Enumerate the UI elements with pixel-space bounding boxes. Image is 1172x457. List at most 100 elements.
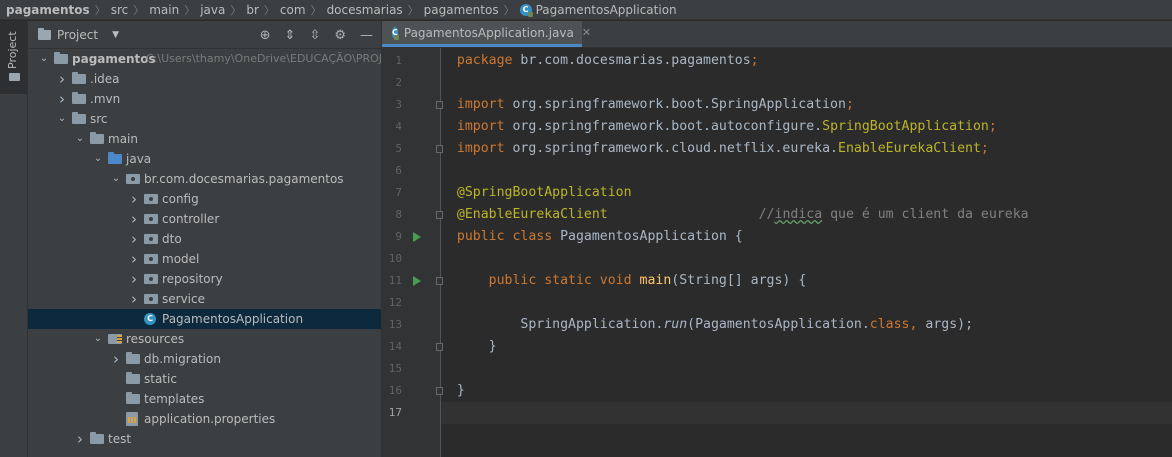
code-token: ; [845,97,854,112]
editor-tab-pagamentos-application[interactable]: C PagamentosApplication.java ✕ [382,21,591,47]
breadcrumb-item[interactable]: docesmarias [327,3,403,17]
breadcrumb-separator: 〉 [310,3,322,17]
chevron-right-icon[interactable]: › [128,229,140,249]
project-tool-window-tab[interactable]: Project [0,21,27,94]
expand-all-icon[interactable]: ⇕ [285,29,296,42]
collapse-all-icon[interactable]: ⇳ [309,29,320,42]
tree-item[interactable]: › dto [28,229,381,249]
code-token: que é um client da eureka [822,207,1029,222]
chevron-right-icon[interactable]: › [128,209,140,229]
tree-item[interactable]: C PagamentosApplication [28,309,381,329]
tree-item[interactable]: ⌄ resources [28,329,381,349]
folder-icon [72,92,86,104]
code-editor[interactable]: package br.com.docesmarias.pagamentos; i… [441,48,1172,457]
code-token: (PagamentosApplication. [687,317,870,332]
editor-tab-label: PagamentosApplication.java [403,25,574,40]
code-line[interactable]: import org.springframework.boot.SpringAp… [441,94,1172,116]
tree-item[interactable]: › config [28,189,381,209]
code-line[interactable]: public static void main(String[] args) { [441,270,1172,292]
tree-item[interactable]: ⌄ pagamentos C:\Users\thamy\OneDrive\EDUCA… [28,49,382,69]
code-line[interactable] [441,248,1172,270]
tree-item[interactable]: › controller [28,209,381,229]
code-line[interactable]: import org.springframework.cloud.netflix… [441,138,1172,160]
code-line[interactable]: @SpringBootApplication [441,182,1172,204]
breadcrumb-item[interactable]: br [246,3,259,17]
tree-item[interactable]: › service [28,289,381,309]
tree-item-label: model [162,252,200,266]
locate-file-icon[interactable]: ⊕ [260,29,271,42]
tree-item[interactable]: ⌄ src [28,109,381,129]
chevron-down-icon[interactable]: ⌄ [38,49,50,69]
code-line[interactable]: public class PagamentosApplication { [441,226,1172,248]
chevron-down-icon[interactable]: ⌄ [74,129,86,149]
tree-item[interactable]: › .idea [28,69,381,89]
chevron-right-icon[interactable]: › [128,189,140,209]
code-line[interactable]: @EnableEurekaClient //indica que é um cl… [441,204,1172,226]
tree-item[interactable]: › .mvn [28,89,381,109]
tree-item[interactable]: › repository [28,269,381,289]
gear-icon[interactable]: ⚙ [334,29,346,42]
line-number-gutter[interactable]: 1 2 3 4 5 6 7 8 9 10 11 12 13 14 15 16 17 [382,48,443,457]
chevron-down-icon[interactable]: ⌄ [56,109,68,129]
code-line[interactable] [441,358,1172,380]
chevron-right-icon[interactable]: › [56,69,68,89]
package-icon [126,174,140,184]
tree-item-label: db.migration [144,352,221,366]
code-line[interactable]: import org.springframework.boot.autoconf… [441,116,1172,138]
code-token: , [909,317,926,332]
code-token: run [663,317,688,332]
breadcrumb-item[interactable]: java [200,3,225,17]
chevron-right-icon[interactable]: › [128,289,140,309]
breadcrumb-separator: 〉 [407,3,419,17]
folder-icon [126,352,140,364]
editor-area: C PagamentosApplication.java ✕ 123456789… [382,21,1172,457]
chevron-down-icon[interactable]: ▼ [112,30,119,40]
run-icon[interactable] [413,276,421,286]
chevron-right-icon[interactable]: › [74,429,86,449]
tree-item[interactable]: ⌄ main [28,129,381,149]
chevron-down-icon[interactable]: ⌄ [110,169,122,189]
tree-item[interactable]: ⌄ br.com.docesmarias.pagamentos [28,169,381,189]
tree-item-label: templates [144,392,205,406]
chevron-down-icon[interactable]: ⌄ [92,149,104,169]
line-number: 4 [395,120,402,133]
code-line[interactable]: } [441,380,1172,402]
chevron-down-icon[interactable]: ⌄ [92,329,104,349]
chevron-right-icon[interactable]: › [128,269,140,289]
chevron-right-icon[interactable]: › [128,249,140,269]
chevron-right-icon[interactable]: › [110,349,122,369]
tree-item-label: .mvn [90,92,121,106]
hide-panel-icon[interactable]: — [360,29,373,42]
code-line[interactable]: } [441,336,1172,358]
tree-item[interactable]: › test [28,429,381,449]
breadcrumb-item[interactable]: pagamentos [424,3,499,17]
code-line[interactable] [441,292,1172,314]
breadcrumb-item[interactable]: src [111,3,129,17]
breadcrumb-item[interactable]: main [149,3,179,17]
folder-icon [126,392,140,404]
code-line[interactable]: package br.com.docesmarias.pagamentos; [441,50,1172,72]
tree-item[interactable]: application.properties [28,409,381,429]
code-line[interactable] [441,160,1172,182]
code-line[interactable]: SpringApplication.run(PagamentosApplicat… [441,314,1172,336]
code-line[interactable] [441,72,1172,94]
run-icon[interactable] [413,232,421,242]
code-token: import [456,119,513,134]
tree-item[interactable]: › db.migration [28,349,381,369]
tree-item[interactable]: static [28,369,381,389]
breadcrumb-item[interactable]: pagamentos [6,3,90,17]
breadcrumb-item[interactable]: com [280,3,306,17]
close-icon[interactable]: ✕ [582,26,591,39]
breadcrumb-item[interactable]: PagamentosApplication [536,3,677,17]
tree-item[interactable]: ⌄ java [28,149,381,169]
chevron-right-icon[interactable]: › [56,89,68,109]
code-line[interactable] [441,402,1172,424]
folder-icon [72,112,86,124]
tree-item[interactable]: › model [28,249,381,269]
project-view-selector[interactable]: Project [57,28,98,42]
tree-item[interactable]: templates [28,389,381,409]
